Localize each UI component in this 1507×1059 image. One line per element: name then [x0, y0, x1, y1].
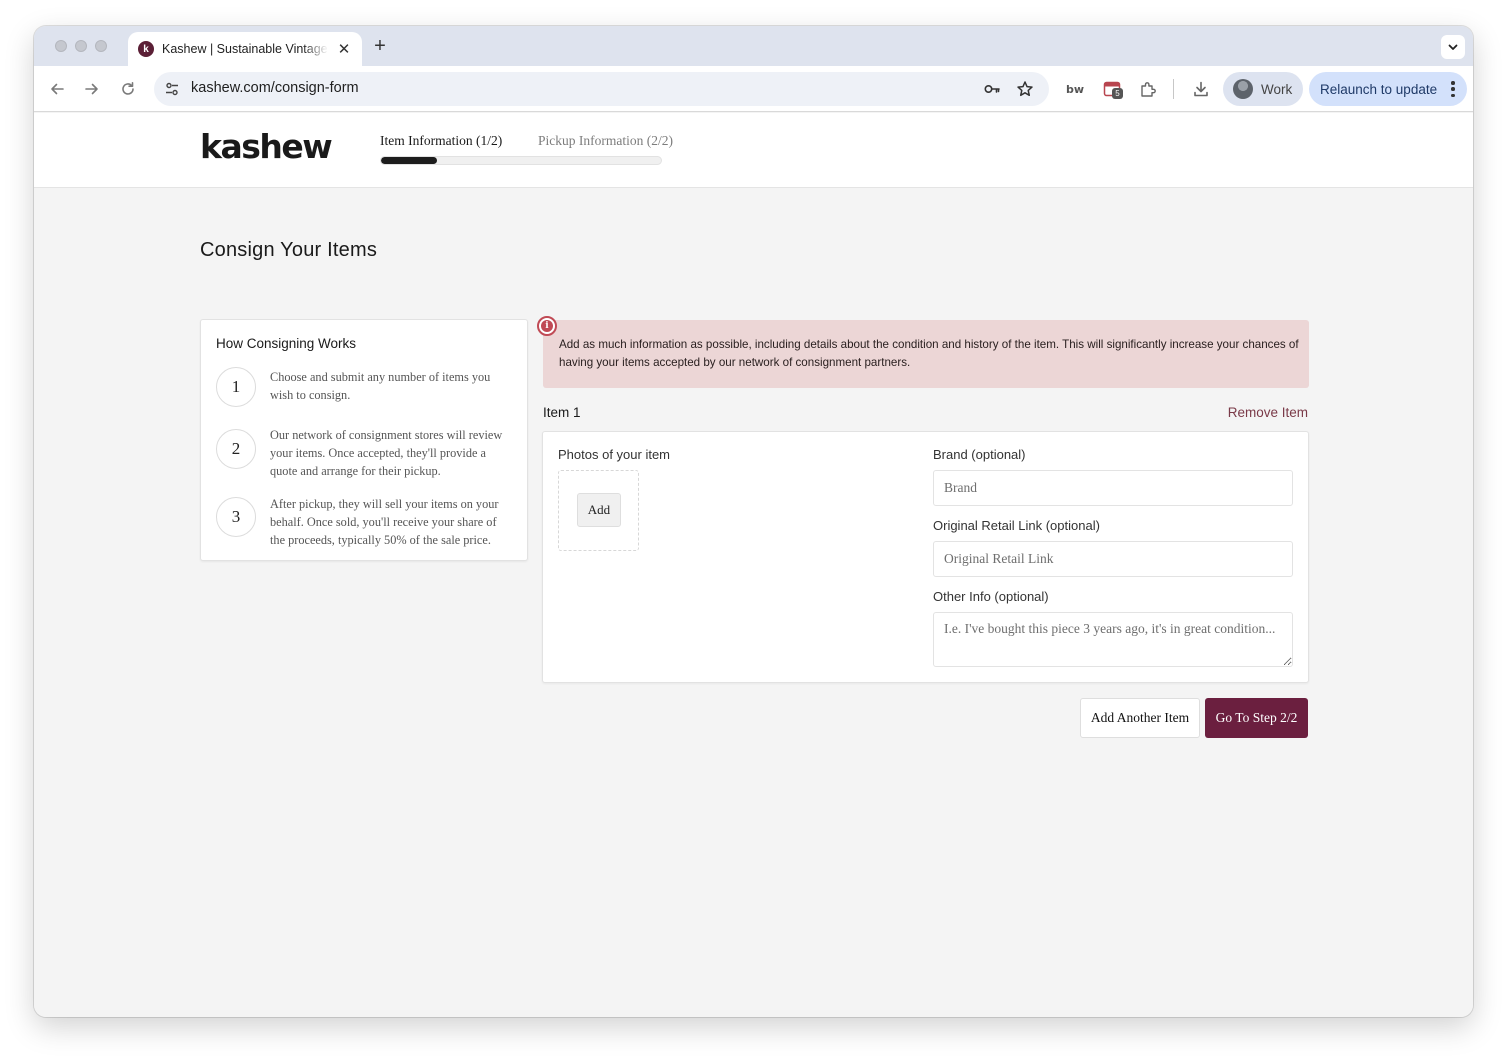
browser-toolbar: kashew.com/consign-form bw 5 Work Relaun…	[34, 66, 1473, 112]
info-icon: i	[537, 316, 557, 336]
remove-item-link[interactable]: Remove Item	[1228, 405, 1308, 420]
arrow-right-icon[interactable]	[82, 79, 102, 99]
page-content: kashew Item Information (1/2) Pickup Inf…	[34, 113, 1473, 1017]
browser-window: k Kashew | Sustainable Vintage Furniture…	[34, 26, 1473, 1017]
go-to-step-2-button[interactable]: Go To Step 2/2	[1205, 698, 1308, 738]
avatar	[1233, 79, 1253, 99]
step-description: Our network of consignment stores will r…	[270, 428, 503, 478]
add-photo-button[interactable]: Add	[577, 493, 621, 527]
toolbar-divider	[1173, 79, 1174, 99]
address-bar[interactable]: kashew.com/consign-form	[154, 72, 1049, 106]
star-icon[interactable]	[1016, 80, 1034, 98]
key-icon[interactable]	[983, 80, 1001, 98]
other-info-textarea[interactable]	[933, 612, 1293, 667]
tune-icon[interactable]	[164, 81, 180, 97]
retail-link-label: Original Retail Link (optional)	[933, 518, 1100, 533]
extension-badge: 5	[1112, 88, 1123, 99]
step-description: Choose and submit any number of items yo…	[270, 370, 491, 402]
arrow-left-icon[interactable]	[47, 79, 67, 99]
tab-strip: k Kashew | Sustainable Vintage Furniture…	[34, 26, 1473, 66]
close-window-button[interactable]	[55, 40, 67, 52]
add-another-item-button[interactable]: Add Another Item	[1080, 698, 1200, 738]
new-tab-icon[interactable]: +	[370, 35, 390, 58]
bw-extension-icon[interactable]: bw	[1064, 78, 1086, 100]
zoom-window-button[interactable]	[95, 40, 107, 52]
kashew-logo[interactable]: kashew	[200, 127, 333, 166]
retail-link-input[interactable]	[933, 541, 1293, 577]
download-icon[interactable]	[1190, 78, 1212, 100]
kashew-favicon-icon: k	[138, 41, 154, 57]
brand-input[interactable]	[933, 470, 1293, 506]
step-description: After pickup, they will sell your items …	[270, 497, 499, 547]
relaunch-button[interactable]: Relaunch to update	[1309, 72, 1467, 106]
tab-search-chevron-icon[interactable]	[1441, 35, 1465, 59]
svg-text:bw: bw	[1066, 83, 1084, 96]
browser-tab-active[interactable]: k Kashew | Sustainable Vintage Furniture…	[128, 32, 362, 66]
calendar-extension-icon[interactable]: 5	[1101, 78, 1123, 100]
url-text: kashew.com/consign-form	[191, 80, 359, 96]
info-alert: i Add as much information as possible, i…	[537, 316, 1309, 388]
profile-label: Work	[1261, 81, 1293, 97]
step-pickup-information: Pickup Information (2/2)	[538, 133, 673, 148]
reload-icon[interactable]	[118, 79, 138, 99]
profile-button[interactable]: Work	[1223, 72, 1303, 106]
photo-upload-area[interactable]: Add	[558, 470, 639, 551]
minimize-window-button[interactable]	[75, 40, 87, 52]
item-label: Item 1	[543, 405, 581, 420]
step-progress-bar	[380, 156, 662, 165]
step-number-circle: 3	[216, 497, 256, 537]
site-header: kashew Item Information (1/2) Pickup Inf…	[34, 113, 1473, 188]
puzzle-icon[interactable]	[1137, 78, 1159, 100]
other-info-label: Other Info (optional)	[933, 589, 1049, 604]
photos-label: Photos of your item	[558, 447, 670, 462]
tab-title: Kashew | Sustainable Vintage Furniture	[162, 42, 328, 56]
page-title: Consign Your Items	[200, 239, 378, 261]
close-tab-icon[interactable]: ✕	[336, 40, 352, 58]
alert-text: Add as much information as possible, inc…	[559, 338, 1299, 369]
step-number-circle: 1	[216, 367, 256, 407]
kebab-menu-icon[interactable]	[1451, 81, 1455, 97]
brand-label: Brand (optional)	[933, 447, 1026, 462]
how-card-title: How Consigning Works	[216, 336, 357, 351]
step-number-circle: 2	[216, 429, 256, 469]
item-card: Photos of your item Add Brand (optional)…	[542, 431, 1309, 683]
how-consigning-works-card: How Consigning Works 1 Choose and submit…	[200, 319, 528, 561]
step-item-information: Item Information (1/2)	[380, 133, 503, 148]
step-progress-fill	[381, 157, 437, 164]
relaunch-label: Relaunch to update	[1320, 81, 1438, 97]
